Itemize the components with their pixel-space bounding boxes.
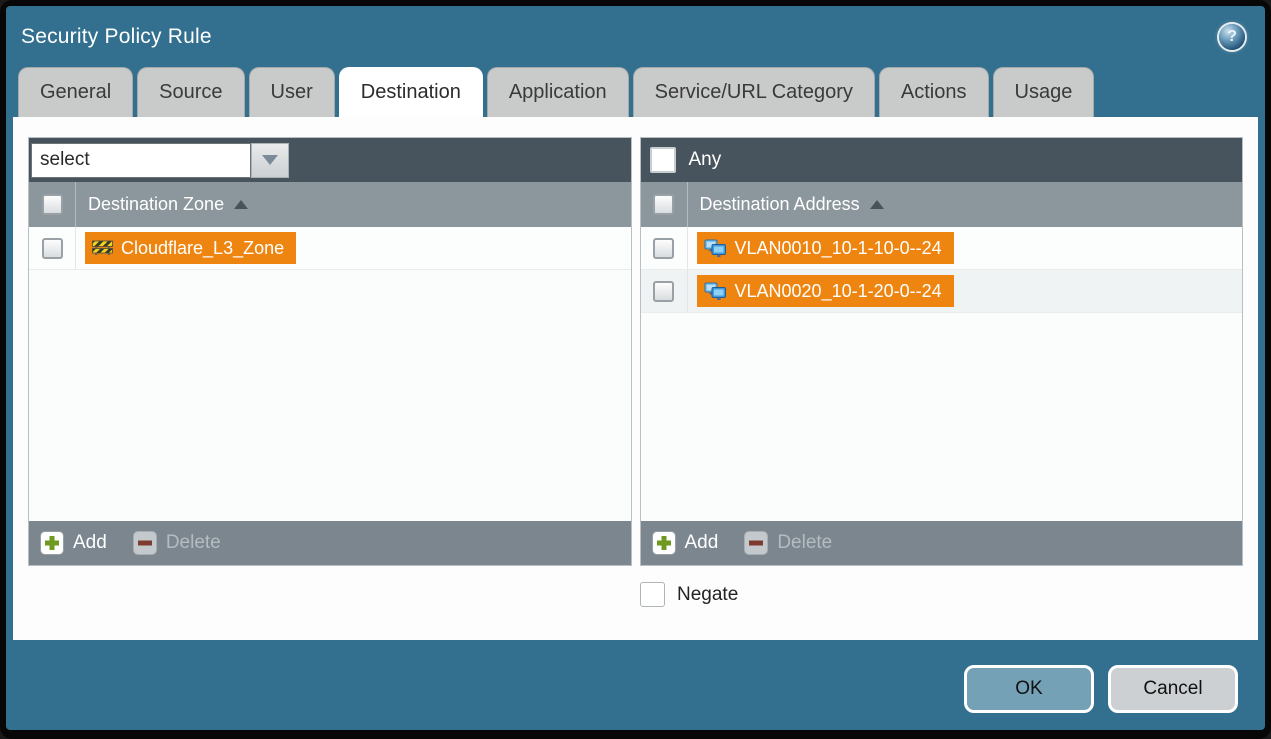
zone-row[interactable]: Cloudflare_L3_Zone bbox=[29, 227, 631, 270]
zone-add-button[interactable]: Add bbox=[40, 531, 107, 555]
cancel-button[interactable]: Cancel bbox=[1108, 665, 1238, 713]
dialog-title: Security Policy Rule bbox=[21, 25, 212, 49]
zone-select-combobox bbox=[31, 143, 289, 178]
zone-select-input[interactable] bbox=[31, 143, 251, 178]
negate-checkbox[interactable] bbox=[640, 582, 665, 607]
zone-label: Cloudflare_L3_Zone bbox=[121, 238, 284, 259]
address-row-checkbox[interactable] bbox=[653, 238, 674, 259]
security-policy-rule-dialog: Security Policy Rule ? General Source Us… bbox=[0, 0, 1271, 739]
chevron-down-icon bbox=[262, 155, 278, 165]
zone-column-header[interactable]: Destination Zone bbox=[29, 182, 631, 227]
address-column-header[interactable]: Destination Address bbox=[641, 182, 1243, 227]
address-row[interactable]: VLAN0010_10-1-10-0--24 bbox=[641, 227, 1243, 270]
address-label: VLAN0010_10-1-10-0--24 bbox=[735, 238, 942, 259]
sort-ascending-icon bbox=[234, 200, 248, 209]
help-icon[interactable]: ? bbox=[1219, 24, 1245, 50]
tab-general[interactable]: General bbox=[18, 67, 133, 117]
tab-user[interactable]: User bbox=[249, 67, 335, 117]
dialog-footer: OK Cancel bbox=[6, 640, 1265, 730]
dialog-titlebar: Security Policy Rule ? bbox=[6, 6, 1265, 67]
address-list: VLAN0010_10-1-10-0--24 bbox=[641, 227, 1243, 521]
destination-zone-panel: Destination Zone bbox=[28, 137, 632, 566]
tab-service-url-category[interactable]: Service/URL Category bbox=[633, 67, 875, 117]
destination-tab-content: Destination Zone bbox=[13, 117, 1258, 640]
zone-panel-topbar bbox=[29, 138, 631, 182]
zone-select-dropdown-button[interactable] bbox=[251, 143, 289, 178]
plus-icon bbox=[40, 531, 64, 555]
address-panel-topbar: Any bbox=[641, 138, 1243, 182]
minus-icon bbox=[133, 531, 157, 555]
address-label: VLAN0020_10-1-20-0--24 bbox=[735, 281, 942, 302]
dialog-frame: Security Policy Rule ? General Source Us… bbox=[6, 6, 1265, 730]
destination-address-panel: Any Destination Address bbox=[640, 137, 1244, 566]
zone-column-title: Destination Zone bbox=[88, 194, 224, 215]
tab-actions[interactable]: Actions bbox=[879, 67, 989, 117]
address-chip[interactable]: VLAN0020_10-1-20-0--24 bbox=[697, 275, 954, 307]
zone-delete-button[interactable]: Delete bbox=[133, 531, 221, 555]
sort-ascending-icon bbox=[870, 200, 884, 209]
tab-usage[interactable]: Usage bbox=[993, 67, 1095, 117]
negate-label: Negate bbox=[677, 584, 738, 606]
tab-destination[interactable]: Destination bbox=[339, 67, 483, 117]
zone-list: Cloudflare_L3_Zone bbox=[29, 227, 631, 521]
address-icon bbox=[704, 282, 727, 301]
ok-button[interactable]: OK bbox=[964, 665, 1094, 713]
zone-row-checkbox[interactable] bbox=[42, 238, 63, 259]
address-row[interactable]: VLAN0020_10-1-20-0--24 bbox=[641, 270, 1243, 313]
address-row-checkbox[interactable] bbox=[653, 281, 674, 302]
address-delete-button[interactable]: Delete bbox=[744, 531, 832, 555]
address-panel-footer: Add Delete bbox=[641, 521, 1243, 565]
plus-icon bbox=[652, 531, 676, 555]
tab-source[interactable]: Source bbox=[137, 67, 244, 117]
any-label: Any bbox=[689, 149, 722, 171]
zone-chip[interactable]: Cloudflare_L3_Zone bbox=[85, 232, 296, 264]
address-select-all-checkbox[interactable] bbox=[653, 194, 674, 215]
address-column-title: Destination Address bbox=[700, 194, 860, 215]
panels-container: Destination Zone bbox=[28, 137, 1243, 566]
any-checkbox[interactable] bbox=[650, 147, 676, 173]
negate-row: Negate bbox=[640, 582, 1243, 607]
zone-select-all-checkbox[interactable] bbox=[42, 194, 63, 215]
zone-icon bbox=[92, 240, 113, 256]
minus-icon bbox=[744, 531, 768, 555]
address-add-button[interactable]: Add bbox=[652, 531, 719, 555]
zone-panel-footer: Add Delete bbox=[29, 521, 631, 565]
address-icon bbox=[704, 239, 727, 258]
address-chip[interactable]: VLAN0010_10-1-10-0--24 bbox=[697, 232, 954, 264]
tab-bar: General Source User Destination Applicat… bbox=[6, 67, 1265, 117]
tab-application[interactable]: Application bbox=[487, 67, 629, 117]
